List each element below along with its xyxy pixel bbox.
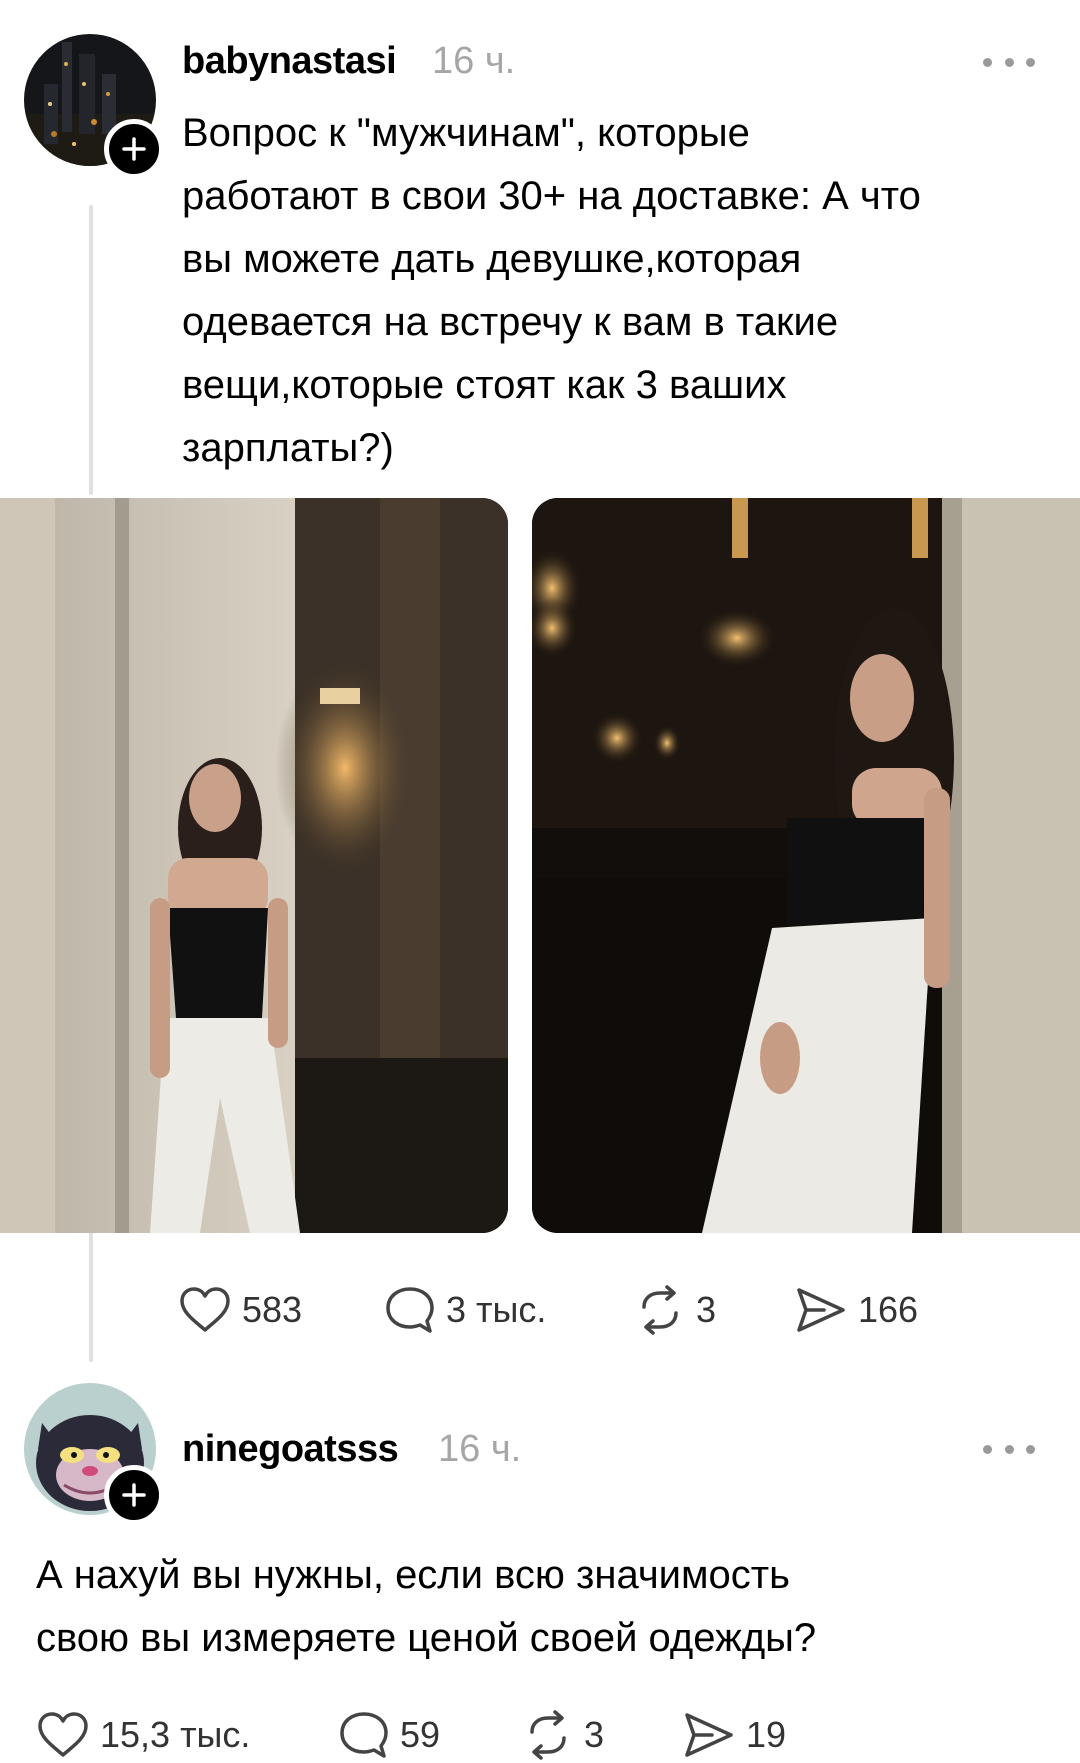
share-button[interactable]: 19 [682, 1705, 786, 1763]
more-horizontal-icon[interactable] [983, 1439, 1035, 1459]
like-count: 583 [242, 1289, 303, 1330]
reply-timestamp: 16 ч. [438, 1428, 522, 1470]
send-icon [797, 1288, 845, 1332]
post-photo-2[interactable] [532, 498, 1080, 1233]
repost-arrows-icon [530, 1710, 566, 1760]
like-button[interactable]: 15,3 тыс. [36, 1705, 250, 1763]
share-count: 166 [858, 1289, 919, 1330]
comment-bubble-icon [386, 1287, 434, 1333]
post-photo-1[interactable] [0, 498, 508, 1233]
repost-arrows-icon [642, 1285, 678, 1335]
follow-button[interactable] [104, 1465, 164, 1525]
comment-button[interactable]: 59 [338, 1705, 440, 1763]
comment-count: 59 [400, 1714, 441, 1755]
post-timestamp: 16 ч. [432, 40, 516, 82]
reply-username[interactable]: ninegoatsss [182, 1428, 399, 1471]
heart-icon [180, 1287, 230, 1332]
photo-woman-leaning-image [532, 498, 1080, 1233]
like-button[interactable]: 583 [178, 1280, 302, 1340]
share-count: 19 [746, 1714, 787, 1755]
photo-woman-standing-image [0, 498, 508, 1233]
post-username[interactable]: babynastasi [182, 40, 397, 83]
repost-button[interactable]: 3 [522, 1705, 604, 1763]
repost-count: 3 [584, 1714, 605, 1755]
heart-icon [38, 1712, 88, 1757]
like-count: 15,3 тыс. [100, 1714, 251, 1755]
thread-line-bottom [89, 1232, 93, 1362]
more-horizontal-icon[interactable] [983, 52, 1035, 72]
post-text: Вопрос к "мужчинам", которые работают в … [182, 111, 921, 470]
comment-bubble-icon [340, 1712, 388, 1758]
reply-actions: 15,3 тыс. 59 3 19 [36, 1705, 1036, 1763]
share-button[interactable]: 166 [794, 1280, 918, 1340]
comment-button[interactable]: 3 тыс. [384, 1280, 546, 1340]
repost-button[interactable]: 3 [634, 1280, 716, 1340]
post-actions: 583 3 тыс. 3 166 [178, 1280, 1058, 1340]
plus-icon [122, 1483, 146, 1507]
reply-text: А нахуй вы нужны, если всю значимость св… [36, 1553, 817, 1660]
thread-line-top [89, 205, 93, 495]
repost-count: 3 [696, 1289, 717, 1330]
follow-button[interactable] [104, 119, 164, 179]
comment-count: 3 тыс. [446, 1289, 547, 1330]
plus-icon [122, 137, 146, 161]
send-icon [685, 1713, 733, 1757]
